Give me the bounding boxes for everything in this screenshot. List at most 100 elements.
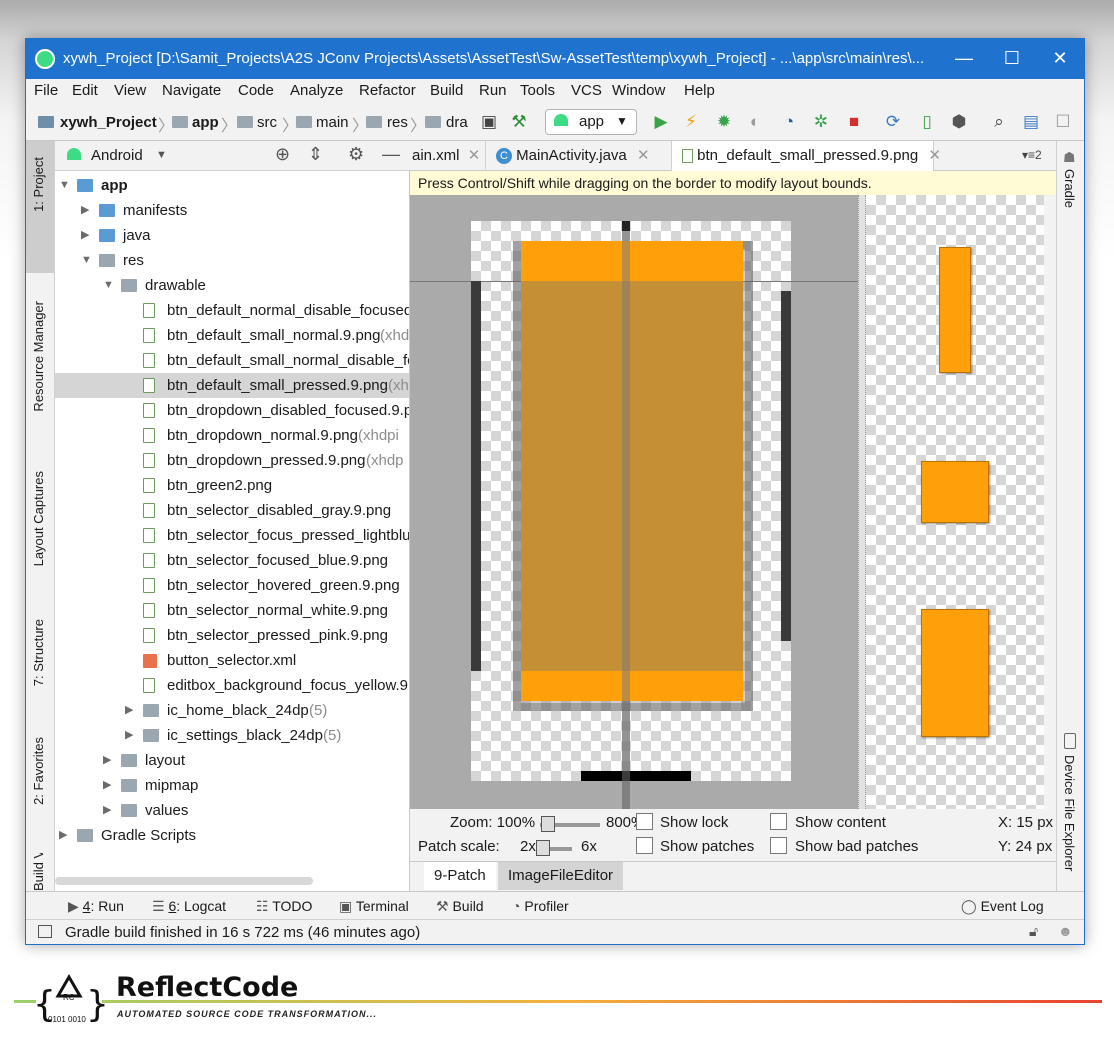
tree-item[interactable]: btn_default_normal_disable_focused (55, 298, 409, 323)
menu-run[interactable]: Run (479, 82, 507, 99)
close-tab-icon[interactable]: ✕ (468, 147, 481, 164)
collapsed-arrow-icon[interactable]: ▶ (81, 223, 95, 248)
sync-gradle-icon[interactable]: ⟳ (882, 111, 904, 133)
run-configuration-select[interactable]: app ▼ (545, 109, 637, 135)
layout-editor-icon[interactable]: ▣ (478, 111, 500, 133)
tool-profiler[interactable]: ◔ Profiler (512, 898, 569, 914)
project-structure-icon[interactable]: ▤ (1020, 111, 1042, 133)
menu-help[interactable]: Help (684, 82, 715, 99)
tab-btn-default-small-pressed[interactable]: btn_default_small_pressed.9.png ✕ (672, 141, 941, 171)
zoom-slider-thumb[interactable] (541, 816, 556, 832)
tool-todo[interactable]: ☷ TODO (256, 898, 312, 915)
minimize-button[interactable]: — (940, 39, 988, 79)
collapsed-arrow-icon[interactable]: ▶ (81, 198, 95, 223)
close-tab-icon[interactable]: ✕ (637, 147, 650, 164)
breadcrumb-main[interactable]: main (316, 114, 349, 131)
tree-item[interactable]: btn_dropdown_normal.9.png (xhdpi (55, 423, 409, 448)
collapsed-arrow-icon[interactable]: ▶ (103, 773, 117, 798)
tool-gradle[interactable]: Gradle (1062, 169, 1077, 208)
debug-attach-icon[interactable]: ✲ (810, 111, 832, 133)
profile-icon[interactable]: ◔ (778, 111, 800, 133)
tab-9-patch[interactable]: 9-Patch (424, 862, 496, 890)
close-tab-icon[interactable]: ✕ (928, 147, 941, 164)
tree-item[interactable]: ▶ layout (55, 748, 409, 773)
tool-layout-captures[interactable]: Layout Captures (31, 471, 46, 566)
menu-analyze[interactable]: Analyze (290, 82, 343, 99)
tree-item[interactable]: ▶ ic_home_black_24dp (5) (55, 698, 409, 723)
menu-navigate[interactable]: Navigate (162, 82, 221, 99)
sdk-manager-icon[interactable]: ⬢ (948, 111, 970, 133)
tool-logcat[interactable]: ☰ 6: Logcat (152, 898, 226, 915)
expanded-arrow-icon[interactable]: ▼ (103, 273, 117, 298)
avd-manager-icon[interactable]: ▯ (916, 111, 938, 133)
dropdown-arrow-icon[interactable]: ▼ (156, 149, 167, 161)
collapsed-arrow-icon[interactable]: ▶ (103, 798, 117, 823)
menu-tools[interactable]: Tools (520, 82, 555, 99)
tree-item[interactable]: btn_dropdown_pressed.9.png (xhdp (55, 448, 409, 473)
tool-structure[interactable]: 7: Structure (31, 619, 46, 686)
maximize-button[interactable]: ☐ (988, 39, 1036, 79)
tree-item[interactable]: btn_default_small_normal.9.png (xhd (55, 323, 409, 348)
menu-edit[interactable]: Edit (72, 82, 98, 99)
show-bad-patches-checkbox[interactable] (770, 837, 787, 854)
tab-main-xml[interactable]: ain.xml ✕ (410, 141, 486, 171)
menu-window[interactable]: Window (612, 82, 665, 99)
tool-event-log[interactable]: ◯ Event Log (961, 898, 1044, 915)
tab-mainactivity[interactable]: C MainActivity.java ✕ (486, 141, 672, 171)
collapsed-arrow-icon[interactable]: ▶ (125, 723, 139, 748)
tool-resource-manager[interactable]: Resource Manager (31, 301, 46, 412)
run-icon[interactable]: ▶ (650, 111, 672, 133)
tree-item[interactable]: button_selector.xml (55, 648, 409, 673)
menu-view[interactable]: View (114, 82, 146, 99)
inspector-icon[interactable]: ☻ (1058, 923, 1073, 939)
tree-item[interactable]: btn_selector_hovered_green.9.png (55, 573, 409, 598)
show-patches-checkbox[interactable] (636, 837, 653, 854)
collapse-all-icon[interactable]: ⇕ (308, 144, 323, 165)
tree-item[interactable]: btn_selector_focused_blue.9.png (55, 548, 409, 573)
tool-device-file-explorer[interactable]: Device File Explorer (1062, 755, 1077, 871)
tree-item[interactable]: btn_dropdown_disabled_focused.9.p (55, 398, 409, 423)
gear-icon[interactable]: ⚙ (348, 144, 364, 165)
attach-debugger-icon[interactable]: ◐ (744, 111, 766, 133)
project-view-select[interactable]: Android (91, 147, 143, 164)
tree-item[interactable]: editbox_background_focus_yellow.9 (55, 673, 409, 698)
breadcrumb-app[interactable]: app (192, 114, 219, 131)
nine-patch-canvas[interactable] (410, 195, 858, 809)
breadcrumb-drawable[interactable]: dra (446, 114, 468, 131)
tree-item[interactable]: ▶ manifests (55, 198, 409, 223)
expanded-arrow-icon[interactable]: ▼ (81, 248, 95, 273)
patch-scale-slider-thumb[interactable] (536, 840, 550, 856)
debug-icon[interactable]: ✹ (713, 111, 735, 133)
collapsed-arrow-icon[interactable]: ▶ (103, 748, 117, 773)
tab-image-file-editor[interactable]: ImageFileEditor (498, 862, 624, 890)
tool-terminal[interactable]: ▣ Terminal (339, 898, 409, 915)
menu-code[interactable]: Code (238, 82, 274, 99)
search-icon[interactable]: ⌕ (988, 111, 1010, 133)
preview-splitter[interactable] (858, 195, 866, 809)
tree-item[interactable]: ▶ ic_settings_black_24dp (5) (55, 723, 409, 748)
tree-item[interactable]: ▼ drawable (55, 273, 409, 298)
tree-item[interactable]: btn_selector_disabled_gray.9.png (55, 498, 409, 523)
collapsed-arrow-icon[interactable]: ▶ (125, 698, 139, 723)
locate-target-icon[interactable]: ⊕ (275, 144, 290, 165)
zoom-slider[interactable] (540, 816, 600, 832)
apply-changes-icon[interactable]: ⚡ (680, 111, 702, 133)
tree-item[interactable]: btn_default_small_normal_disable_fo (55, 348, 409, 373)
tree-item[interactable]: btn_green2.png (55, 473, 409, 498)
toggle-tool-windows-icon[interactable] (38, 925, 52, 938)
show-lock-checkbox[interactable] (636, 813, 653, 830)
tab-overflow-menu[interactable]: ▾≡2 (1022, 148, 1042, 162)
tool-run[interactable]: ▶ 4: Run (68, 898, 124, 915)
tree-item[interactable]: ▶ mipmap (55, 773, 409, 798)
stop-icon[interactable]: ■ (843, 111, 865, 133)
tool-favorites[interactable]: 2: Favorites (31, 737, 46, 805)
tree-item[interactable]: btn_default_small_pressed.9.png (xh (55, 373, 409, 398)
tree-item[interactable]: btn_selector_normal_white.9.png (55, 598, 409, 623)
menu-file[interactable]: File (34, 82, 58, 99)
tree-item[interactable]: ▶ java (55, 223, 409, 248)
tree-item[interactable]: ▶ values (55, 798, 409, 823)
breadcrumb-res[interactable]: res (387, 114, 408, 131)
menu-build[interactable]: Build (430, 82, 463, 99)
user-icon[interactable]: ☐ (1052, 111, 1074, 133)
tree-item[interactable]: ▼ res (55, 248, 409, 273)
